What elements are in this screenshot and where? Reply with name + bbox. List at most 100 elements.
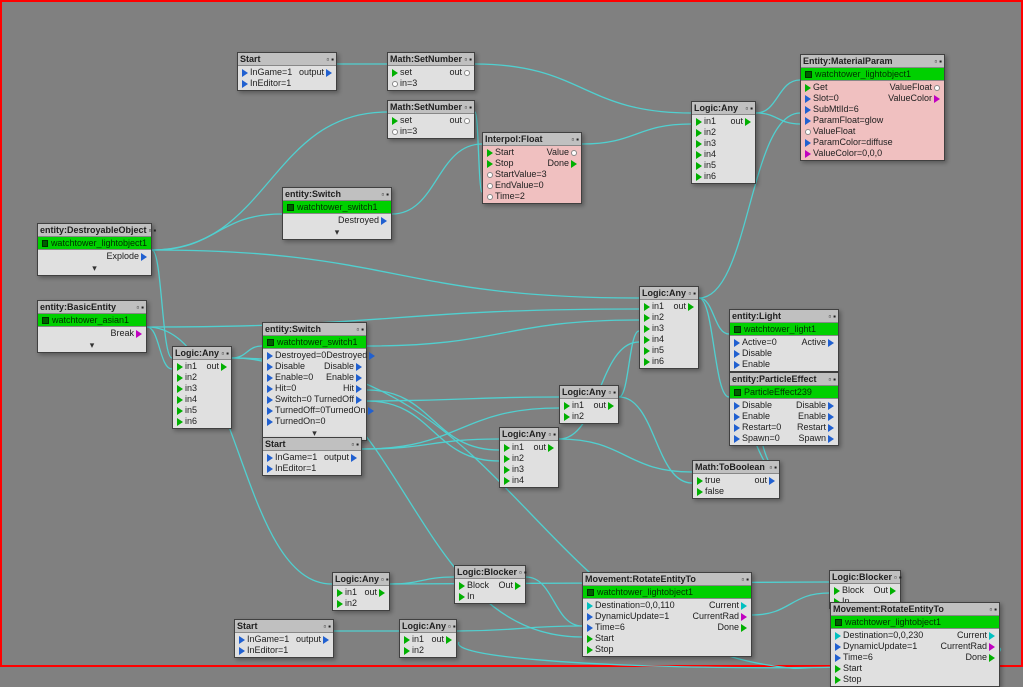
input-port-icon[interactable] [587,635,593,643]
input-port-icon[interactable] [835,665,841,673]
flowgraph-canvas[interactable]: Start▫▪InGame=1outputInEditor=1 Math:SetN… [0,0,1023,667]
wire[interactable] [367,401,499,461]
input-port-icon[interactable] [835,643,841,651]
node-start1[interactable]: Start▫▪InGame=1outputInEditor=1 [237,52,337,91]
input-port-icon[interactable] [644,325,650,333]
node-interp[interactable]: Interpol:Float▫▪StartValueStopDoneStartV… [482,132,582,204]
input-port-icon[interactable] [835,654,841,662]
output-port-icon[interactable] [221,363,227,371]
input-port-icon[interactable] [805,129,811,135]
output-port-icon[interactable] [828,424,834,432]
node-title[interactable]: Start▫▪ [263,438,361,451]
wire[interactable] [526,577,582,626]
input-port-icon[interactable] [734,402,740,410]
input-port-icon[interactable] [697,488,703,496]
input-port-icon[interactable] [696,129,702,137]
node-title[interactable]: entity:BasicEntity▫▪ [38,301,146,314]
node-minimize-icon[interactable]: ▫ [149,226,152,235]
output-port-icon[interactable] [356,374,362,382]
output-port-icon[interactable] [464,118,470,124]
output-port-icon[interactable] [136,330,142,338]
node-minimize-icon[interactable]: ▫ [464,55,467,64]
node-any_sm2[interactable]: Logic:Any▫▪in1outin2 [399,619,457,658]
input-port-icon[interactable] [267,454,273,462]
input-port-icon[interactable] [504,455,510,463]
wire[interactable] [152,250,639,298]
node-title[interactable]: Math:ToBoolean▫▪ [693,461,779,474]
output-port-icon[interactable] [571,150,577,156]
node-minimize-icon[interactable]: ▫ [221,349,224,358]
input-port-icon[interactable] [805,84,811,92]
output-port-icon[interactable] [608,402,614,410]
node-title[interactable]: Logic:Any▫▪ [173,347,231,360]
input-port-icon[interactable] [239,647,245,655]
node-particle[interactable]: entity:ParticleEffect▫▪ParticleEffect239… [729,372,839,446]
entity-bar[interactable]: watchtower_switch1 [283,201,391,214]
node-minimize-icon[interactable]: ▫ [448,622,451,631]
node-start2[interactable]: Start▫▪InGame=1outputInEditor=1 [262,437,362,476]
input-port-icon[interactable] [177,396,183,404]
node-title[interactable]: entity:ParticleEffect▫▪ [730,373,838,386]
input-port-icon[interactable] [805,117,811,125]
input-port-icon[interactable] [504,466,510,474]
node-close-icon[interactable]: ▪ [553,430,556,439]
input-port-icon[interactable] [805,95,811,103]
output-port-icon[interactable] [571,160,577,168]
node-title[interactable]: Math:SetNumber▫▪ [388,53,474,66]
input-port-icon[interactable] [564,413,570,421]
input-port-icon[interactable] [734,413,740,421]
node-minimize-icon[interactable]: ▫ [741,575,744,584]
node-title[interactable]: Logic:Any▫▪ [692,102,755,115]
input-port-icon[interactable] [734,424,740,432]
node-title[interactable]: entity:Switch▫▪ [283,188,391,201]
node-title[interactable]: entity:Switch▫▪ [263,323,366,336]
wire[interactable] [147,309,639,327]
node-close-icon[interactable]: ▪ [576,135,579,144]
input-port-icon[interactable] [734,361,740,369]
input-port-icon[interactable] [337,600,343,608]
input-port-icon[interactable] [696,162,702,170]
wire[interactable] [367,320,639,346]
node-setnum1[interactable]: Math:SetNumber▫▪setoutin=3 [387,52,475,91]
node-minimize-icon[interactable]: ▫ [934,57,937,66]
entity-bar[interactable]: watchtower_lightobject1 [831,616,999,629]
output-port-icon[interactable] [446,636,452,644]
wire[interactable] [475,64,691,113]
output-port-icon[interactable] [989,643,995,651]
input-port-icon[interactable] [696,151,702,159]
node-close-icon[interactable]: ▪ [774,463,777,472]
node-close-icon[interactable]: ▪ [356,440,359,449]
node-close-icon[interactable]: ▪ [386,575,389,584]
node-close-icon[interactable]: ▪ [750,104,753,113]
node-title[interactable]: Math:SetNumber▫▪ [388,101,474,114]
input-port-icon[interactable] [267,465,273,473]
node-basic[interactable]: entity:BasicEntity▫▪watchtower_asian1Bre… [37,300,147,353]
output-port-icon[interactable] [741,624,747,632]
input-port-icon[interactable] [267,352,273,360]
node-close-icon[interactable]: ▪ [386,190,389,199]
input-port-icon[interactable] [644,358,650,366]
input-port-icon[interactable] [392,117,398,125]
input-port-icon[interactable] [267,418,273,426]
output-port-icon[interactable] [381,217,387,225]
node-minimize-icon[interactable]: ▫ [571,135,574,144]
input-port-icon[interactable] [239,636,245,644]
input-port-icon[interactable] [734,350,740,358]
wire[interactable] [367,397,559,401]
node-close-icon[interactable]: ▪ [524,568,527,577]
entity-bar[interactable]: ParticleEffect239 [730,386,838,399]
node-close-icon[interactable]: ▪ [141,303,144,312]
node-destroy[interactable]: entity:DestroyableObject▫▪watchtower_lig… [37,223,152,276]
node-minimize-icon[interactable]: ▫ [688,289,691,298]
input-port-icon[interactable] [404,636,410,644]
input-port-icon[interactable] [392,129,398,135]
node-minimize-icon[interactable]: ▫ [989,605,992,614]
node-close-icon[interactable]: ▪ [226,349,229,358]
output-port-icon[interactable] [356,396,362,404]
node-minimize-icon[interactable]: ▫ [464,103,467,112]
input-port-icon[interactable] [487,194,493,200]
entity-bar[interactable]: watchtower_light1 [730,323,838,336]
node-minimize-icon[interactable]: ▫ [769,463,772,472]
input-port-icon[interactable] [504,444,510,452]
input-port-icon[interactable] [734,435,740,443]
